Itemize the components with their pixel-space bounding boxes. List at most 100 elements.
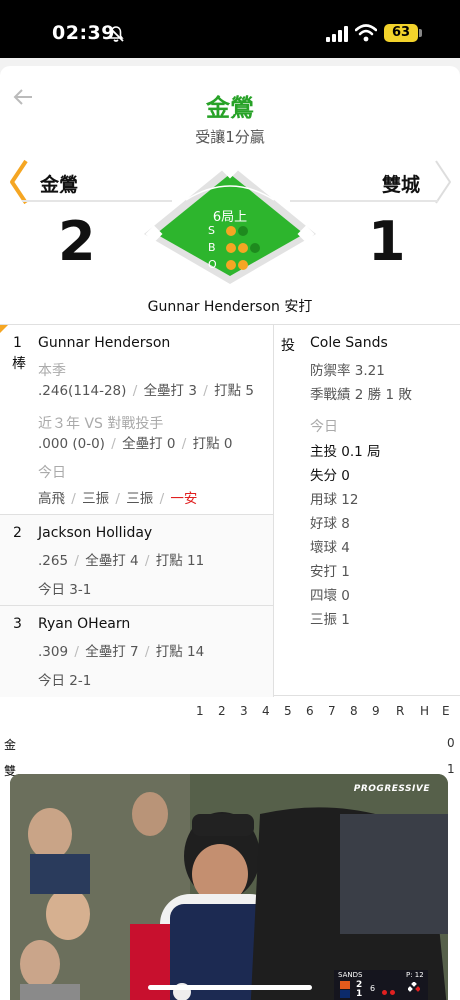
ball-dot <box>250 243 260 253</box>
season-label: 本季 <box>38 363 66 379</box>
linescore-header-cell: 8 <box>350 704 358 718</box>
batter-name: Gunnar Henderson <box>38 335 171 351</box>
status-bar: 02:39 63 <box>0 0 460 58</box>
signal-icon <box>326 26 348 42</box>
season-hr: 全壘打 3 <box>143 383 197 399</box>
season-avg: .246(114-28) <box>38 383 127 399</box>
batting-order: 2 <box>13 525 22 541</box>
vs-pitcher-label: 近３年 VS 對戰投手 <box>38 416 164 432</box>
app-background: 金鶯 受讓1分贏 金鶯 雙城 2 1 6局上 S B O Gunnar Hend… <box>0 58 460 1000</box>
today-summary: 今日 2-1 <box>38 673 92 689</box>
home-indicator[interactable] <box>148 985 312 990</box>
linescore-table: 1 2 3 4 5 6 7 8 9 R H E 金 雙 0 1 <box>0 702 460 778</box>
season-rbi: 打點 5 <box>214 383 254 399</box>
season-avg: .265 <box>38 553 69 569</box>
pitcher-innings: 主投 0.1 局 <box>310 444 381 460</box>
linescore-header-cell: 2 <box>218 704 226 718</box>
pitcher-balls: 壞球 4 <box>310 540 350 556</box>
season-stats: .246(114-28) / 全壘打 3 / 打點 5 <box>38 383 254 399</box>
vs-pitcher-stats: .000 (0-0) / 全壘打 0 / 打點 0 <box>38 436 233 452</box>
linescore-header-cell: 6 <box>306 704 314 718</box>
linescore-header-cell: 3 <box>240 704 248 718</box>
home-team-name[interactable]: 雙城 <box>382 170 420 197</box>
at-bat-result: 三振 <box>126 491 154 507</box>
at-bat-result-hit: 一安 <box>170 491 198 507</box>
season-stats: .309 / 全壘打 7 / 打點 14 <box>38 644 205 660</box>
vs-hr: 全壘打 0 <box>122 436 176 452</box>
twins-logo-icon <box>340 990 350 998</box>
strike-dot <box>238 226 248 236</box>
chevron-right-icon[interactable] <box>432 158 454 206</box>
at-bat-result: 三振 <box>82 491 110 507</box>
sponsor-logo: PROGRESSIVE <box>353 784 430 794</box>
pitcher-record: 季戰績 2 勝 1 敗 <box>310 387 412 403</box>
pitcher-runs: 失分 0 <box>310 468 350 484</box>
broadcast-score-bug: SANDS P: 12 2 1 6 <box>334 970 428 1000</box>
pitcher-pitches: 用球 12 <box>310 492 359 508</box>
today-summary: 今日 3-1 <box>38 582 92 598</box>
linescore-header-cell: 4 <box>262 704 270 718</box>
inning-indicator: 6局上 <box>212 210 248 225</box>
batter-name: Ryan OHearn <box>38 616 131 632</box>
last-play: Gunnar Henderson 安打 <box>147 299 313 315</box>
ball-dot <box>238 243 248 253</box>
season-hr: 全壘打 7 <box>85 644 139 660</box>
bug-out-dot <box>382 990 387 995</box>
strikes-label: S <box>208 224 215 237</box>
ball-dot <box>226 243 236 253</box>
season-avg: .309 <box>38 644 69 660</box>
season-rbi: 打點 14 <box>155 644 205 660</box>
pitcher-era: 防禦率 3.21 <box>310 363 385 379</box>
linescore-header-cell: R <box>396 704 405 718</box>
away-score: 2 <box>58 210 96 273</box>
bug-bases-icon <box>407 981 421 994</box>
outs-label: O <box>208 258 217 271</box>
at-bat-tag: 棒 <box>12 356 26 372</box>
page-title: 金鶯 <box>206 94 254 122</box>
batting-order: 3 <box>13 616 22 632</box>
bug-pitch-count: P: 12 <box>406 971 424 979</box>
pitcher-column[interactable]: 投 Cole Sands 防禦率 3.21 季戰績 2 勝 1 敗 今日 主投 … <box>274 325 460 697</box>
orioles-logo-icon <box>340 981 350 989</box>
today-results: 高飛 / 三振 / 三振 / 一安 <box>38 491 198 507</box>
video-frame <box>10 774 448 1000</box>
status-time: 02:39 <box>52 22 115 44</box>
matchup-panel: 1 棒 Gunnar Henderson 本季 .246(114-28) / 全… <box>0 324 460 697</box>
season-stats: .265 / 全壘打 4 / 打點 11 <box>38 553 205 569</box>
today-label: 今日 <box>38 465 66 481</box>
linescore-cell: 1 <box>447 762 455 776</box>
strike-dot <box>226 226 236 236</box>
linescore-cell: 0 <box>447 736 455 750</box>
batter-card-in-hole[interactable]: 3 Ryan OHearn .309 / 全壘打 7 / 打點 14 今日 2-… <box>0 606 273 697</box>
bell-off-icon <box>108 26 124 42</box>
batting-order: 1 <box>13 335 22 351</box>
batters-column: 1 棒 Gunnar Henderson 本季 .246(114-28) / 全… <box>0 325 274 697</box>
away-team-name[interactable]: 金鶯 <box>40 170 78 197</box>
balls-label: B <box>208 241 216 254</box>
linescore-team: 金 <box>4 738 17 752</box>
video-player[interactable]: PROGRESSIVE SANDS P: 12 2 1 6 <box>10 774 448 1000</box>
game-sheet: 金鶯 受讓1分贏 金鶯 雙城 2 1 6局上 S B O Gunnar Hend… <box>0 66 460 1000</box>
pitcher-hits: 安打 1 <box>310 564 350 580</box>
linescore-header-cell: 1 <box>196 704 204 718</box>
at-bat-result: 高飛 <box>38 491 65 507</box>
current-batter-flag <box>0 325 8 333</box>
pitcher-strikeouts: 三振 1 <box>310 612 350 628</box>
battery-icon: 63 <box>384 24 418 42</box>
linescore-header-cell: 5 <box>284 704 292 718</box>
linescore-header-cell: H <box>420 704 430 718</box>
pitcher-strikes: 好球 8 <box>310 516 350 532</box>
pitcher-walks: 四壞 0 <box>310 588 350 604</box>
batter-card-on-deck[interactable]: 2 Jackson Holliday .265 / 全壘打 4 / 打點 11 … <box>0 515 273 606</box>
wifi-icon <box>355 24 377 42</box>
season-hr: 全壘打 4 <box>85 553 139 569</box>
chevron-left-icon[interactable] <box>8 158 30 206</box>
out-dot <box>226 260 236 270</box>
batter-name: Jackson Holliday <box>38 525 153 541</box>
linescore-header-cell: 9 <box>372 704 380 718</box>
pitcher-name: Cole Sands <box>310 335 388 351</box>
bug-pitcher: SANDS <box>338 971 363 979</box>
battery-tip <box>419 29 422 37</box>
linescore-header-cell: 7 <box>328 704 336 718</box>
batter-card-current[interactable]: 1 棒 Gunnar Henderson 本季 .246(114-28) / 全… <box>0 325 273 515</box>
